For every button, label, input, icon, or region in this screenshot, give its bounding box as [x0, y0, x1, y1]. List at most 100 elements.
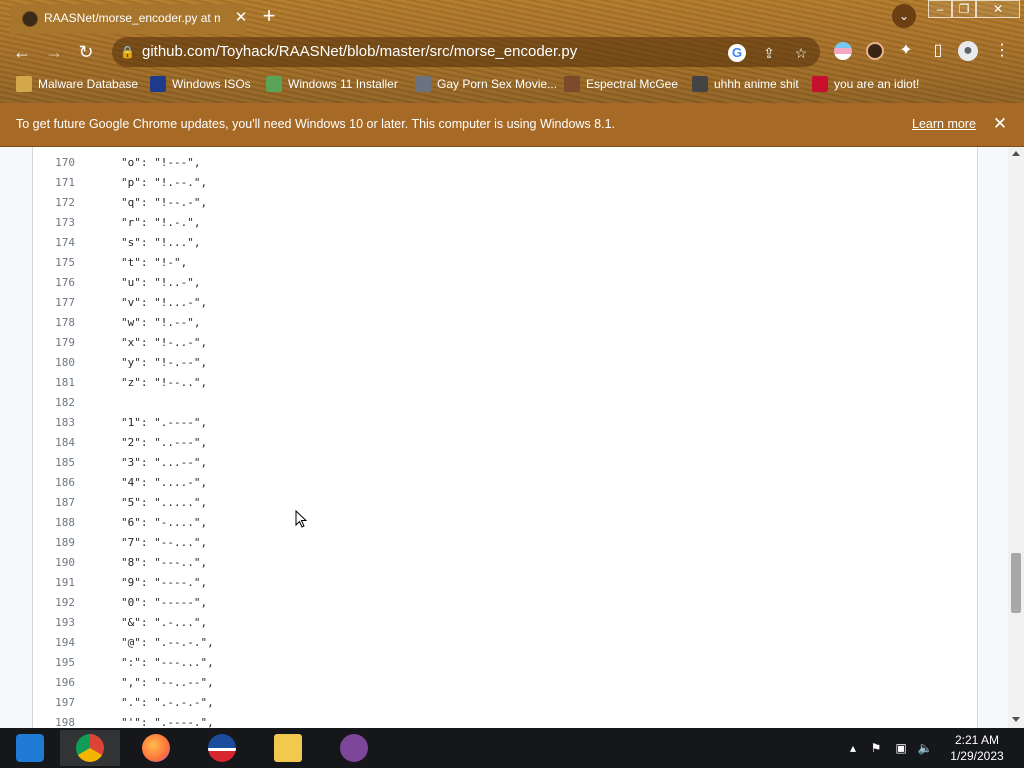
taskbar-item-windows[interactable] [0, 730, 60, 766]
code-line: 176 "u": "!..-", [33, 273, 977, 293]
line-number[interactable]: 195 [33, 653, 75, 673]
taskbar-item-firefox[interactable] [126, 730, 186, 766]
volume-icon[interactable]: 🔈 [917, 740, 933, 756]
code-text: "y": "!-.--", [121, 356, 208, 369]
extension-flag-icon[interactable] [834, 42, 852, 60]
bookmark-label: Malware Database [38, 77, 139, 91]
code-line: 184 "2": "..---", [33, 433, 977, 453]
line-number[interactable]: 179 [33, 333, 75, 353]
line-number[interactable]: 178 [33, 313, 75, 333]
code-line: 187 "5": ".....", [33, 493, 977, 513]
code-text: "s": "!...", [121, 236, 201, 249]
code-line: 194 "@": ".--.-.", [33, 633, 977, 653]
forward-icon[interactable]: → [42, 40, 66, 64]
back-icon[interactable]: ← [10, 40, 34, 64]
bookmark-star-icon[interactable]: ☆ [792, 44, 810, 62]
line-number[interactable]: 171 [33, 173, 75, 193]
line-number[interactable]: 177 [33, 293, 75, 313]
tab-close-icon[interactable]: ✕ [232, 9, 250, 27]
browser-tab[interactable]: RAASNet/morse_encoder.py at m ✕ [10, 4, 247, 34]
menu-kebab-icon[interactable]: ⋮ [992, 41, 1012, 61]
line-number[interactable]: 194 [33, 633, 75, 653]
windows-app-icon [16, 734, 44, 762]
taskbar-clock[interactable]: 2:21 AM 1/29/2023 [938, 732, 1016, 764]
code-text: "4": "....-", [121, 476, 208, 489]
tor-icon [340, 734, 368, 762]
line-number[interactable]: 185 [33, 453, 75, 473]
scroll-thumb[interactable] [1011, 553, 1021, 613]
line-number[interactable]: 190 [33, 553, 75, 573]
line-number[interactable]: 176 [33, 273, 75, 293]
flag-icon[interactable]: ⚑ [868, 740, 884, 756]
line-number[interactable]: 188 [33, 513, 75, 533]
url-text[interactable]: github.com/Toyhack/RAASNet/blob/master/s… [142, 43, 682, 61]
code-text: "9": "----.", [121, 576, 208, 589]
line-number[interactable]: 184 [33, 433, 75, 453]
extension-avatar-icon[interactable] [866, 42, 884, 60]
extensions-puzzle-icon[interactable]: ✦ [896, 41, 916, 61]
taskbar-item-file-explorer[interactable] [258, 730, 318, 766]
line-number[interactable]: 192 [33, 593, 75, 613]
learn-more-link[interactable]: Learn more [912, 117, 976, 131]
minimize-button[interactable]: – [928, 0, 952, 18]
line-number[interactable]: 197 [33, 693, 75, 713]
profile-icon[interactable]: ● [958, 41, 978, 61]
restore-button[interactable]: ❐ [952, 0, 976, 18]
tab-search-icon[interactable]: ⌄ [892, 4, 916, 28]
code-text: "p": "!.--.", [121, 176, 208, 189]
taskbar-item-tor[interactable] [324, 730, 384, 766]
line-number[interactable]: 181 [33, 373, 75, 393]
network-icon[interactable]: ▣ [893, 740, 909, 756]
page-scrollbar[interactable] [1008, 147, 1024, 728]
line-number[interactable]: 191 [33, 573, 75, 593]
lock-icon[interactable]: 🔒 [120, 44, 135, 60]
code-text: "2": "..---", [121, 436, 208, 449]
line-number[interactable]: 170 [33, 153, 75, 173]
code-line: 180 "y": "!-.--", [33, 353, 977, 373]
update-infobar: To get future Google Chrome updates, you… [0, 103, 1024, 147]
tab-title: RAASNet/morse_encoder.py at m [44, 11, 220, 25]
line-number[interactable]: 175 [33, 253, 75, 273]
code-line: 171 "p": "!.--.", [33, 173, 977, 193]
infobar-close-icon[interactable]: ✕ [990, 114, 1010, 134]
line-number[interactable]: 186 [33, 473, 75, 493]
code-line: 182 [33, 393, 977, 413]
code-text: "v": "!...-", [121, 296, 208, 309]
line-number[interactable]: 173 [33, 213, 75, 233]
taskbar-item-chrome[interactable] [60, 730, 120, 766]
code-line: 185 "3": "...--", [33, 453, 977, 473]
page-content: 170 "o": "!---", 171 "p": "!.--.", 172 "q": "… [0, 147, 1008, 729]
line-number[interactable]: 182 [33, 393, 75, 413]
code-text: "t": "!-", [121, 256, 188, 269]
infobar-message: To get future Google Chrome updates, you… [16, 117, 615, 131]
code-text: "u": "!..-", [121, 276, 201, 289]
bookmark-label: Espectral McGee [586, 77, 679, 91]
line-number[interactable]: 187 [33, 493, 75, 513]
line-number[interactable]: 174 [33, 233, 75, 253]
side-panel-icon[interactable]: ▯ [928, 41, 948, 61]
line-number[interactable]: 180 [33, 353, 75, 373]
code-text: "8": "---..", [121, 556, 208, 569]
address-bar[interactable]: 🔒 github.com/Toyhack/RAASNet/blob/master… [112, 37, 820, 67]
clock-date: 1/29/2023 [950, 749, 1004, 763]
line-number[interactable]: 193 [33, 613, 75, 633]
code-text: ":": "---...", [121, 656, 214, 669]
window-close-button[interactable]: ✕ [976, 0, 1020, 18]
scroll-up-icon[interactable] [1012, 151, 1020, 156]
share-icon[interactable]: ⇪ [760, 44, 778, 62]
taskbar-item-obama[interactable] [192, 730, 252, 766]
clock-time: 2:21 AM [954, 733, 1000, 747]
scroll-down-icon[interactable] [1012, 717, 1020, 722]
line-number[interactable]: 189 [33, 533, 75, 553]
tray-arrow-icon[interactable]: ▴ [845, 740, 861, 756]
google-icon[interactable]: G [728, 44, 746, 62]
new-tab-button[interactable]: + [258, 5, 280, 27]
line-number[interactable]: 172 [33, 193, 75, 213]
code-line: 179 "x": "!-..-", [33, 333, 977, 353]
reload-icon[interactable]: ↻ [74, 40, 98, 64]
code-line: 178 "w": "!.--", [33, 313, 977, 333]
bookmark-label: uhhh anime shit [714, 77, 799, 91]
code-text: ".": ".-.-.-", [121, 696, 214, 709]
line-number[interactable]: 183 [33, 413, 75, 433]
line-number[interactable]: 196 [33, 673, 75, 693]
